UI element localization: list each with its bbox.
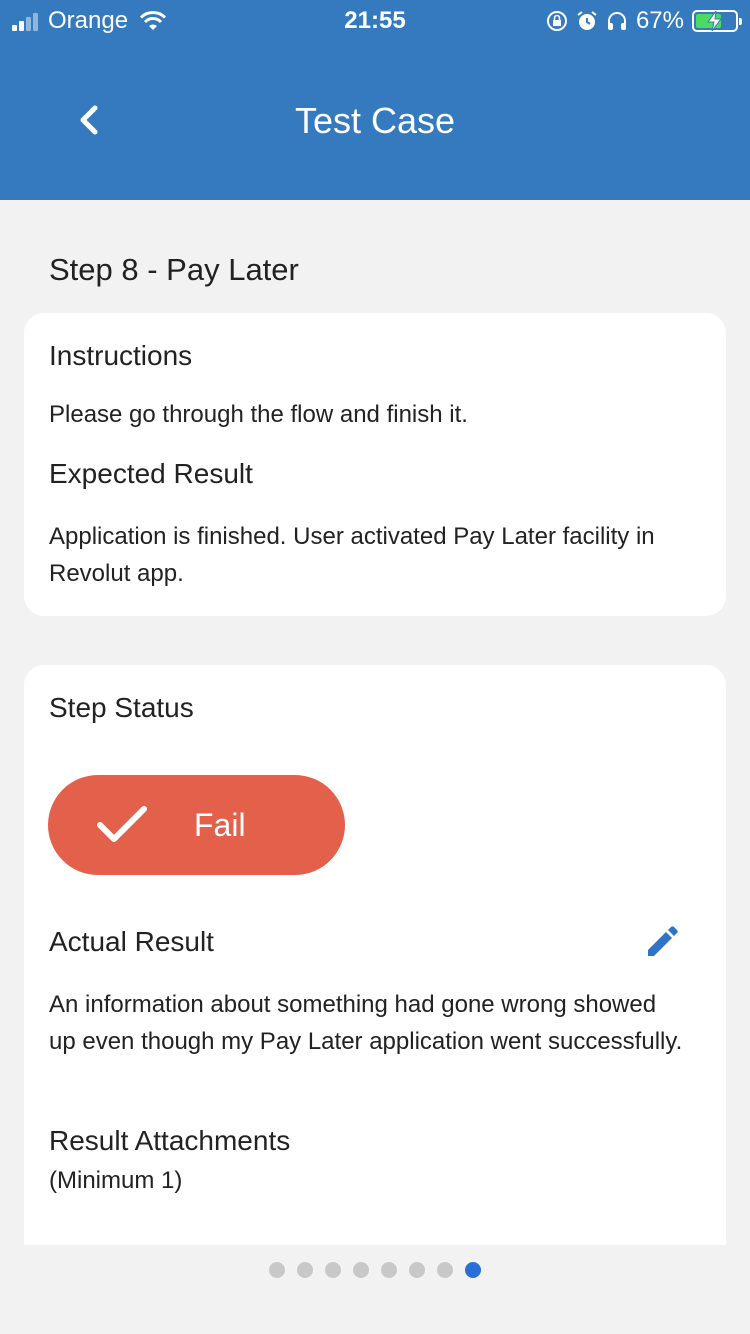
page-title: Test Case: [294, 100, 456, 141]
page-dot[interactable]: [409, 1262, 425, 1278]
step-status-card: Step Status Fail Actual Result An inform…: [24, 665, 726, 1245]
expected-result-text: Application is finished. User activated …: [49, 523, 655, 587]
fail-status-label: Fail: [194, 807, 246, 843]
actual-result-heading: Actual Result: [49, 926, 214, 957]
page-dot[interactable]: [437, 1262, 453, 1278]
header-bar: Orange 21:55 67% Test Case: [0, 0, 750, 200]
charging-bolt-icon: [707, 11, 722, 31]
actual-result-text: An information about something had gone …: [49, 991, 683, 1055]
page-dot[interactable]: [353, 1262, 369, 1278]
orientation-lock-icon: [546, 11, 567, 31]
step-title: Step 8 - Pay Later: [49, 252, 299, 287]
pencil-icon: [648, 926, 678, 956]
checkmark-icon: [97, 806, 147, 842]
step-status-heading: Step Status: [49, 692, 194, 723]
fail-status-button[interactable]: Fail: [48, 775, 345, 875]
result-attachments-note: (Minimum 1): [49, 1167, 183, 1194]
instructions-text: Please go through the flow and finish it…: [49, 401, 468, 428]
headphones-icon: [607, 12, 626, 30]
page-dot[interactable]: [325, 1262, 341, 1278]
page-dot[interactable]: [297, 1262, 313, 1278]
page-dot[interactable]: [269, 1262, 285, 1278]
result-attachments-heading: Result Attachments: [49, 1125, 291, 1156]
page-dot[interactable]: [465, 1262, 481, 1278]
alarm-icon: [577, 11, 597, 30]
pagination-dots: [0, 1262, 750, 1278]
instructions-card: Instructions Please go through the flow …: [24, 313, 726, 616]
expected-result-heading: Expected Result: [49, 458, 253, 489]
status-right: 67%: [546, 7, 742, 35]
battery-icon: [692, 10, 742, 32]
page-dot[interactable]: [381, 1262, 397, 1278]
battery-tip: [739, 18, 742, 25]
battery-percent: 67%: [635, 7, 684, 34]
instructions-heading: Instructions: [49, 340, 193, 371]
status-bar: Orange 21:55 67%: [0, 0, 750, 42]
edit-actual-result-button[interactable]: [642, 922, 682, 962]
